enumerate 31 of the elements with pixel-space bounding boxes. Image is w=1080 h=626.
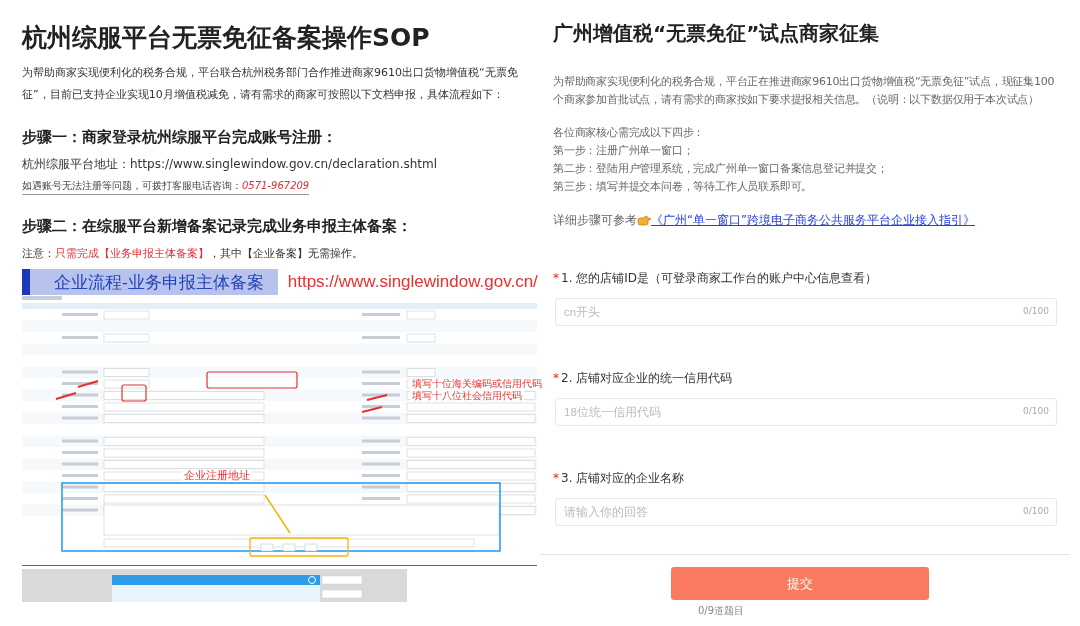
address-text: 杭州综服平台地址：https://www.singlewindow.gov.cn/declaration.shtml <box>22 156 439 173</box>
char-counter: 0/100 <box>1023 306 1049 316</box>
banner-title: 企业流程-业务申报主体备案 <box>22 269 278 295</box>
form-title: 广州增值税“无票免征”试点商家征集 <box>553 20 881 47</box>
pointing-hand-icon <box>637 215 651 226</box>
steps-intro: 各位商家核心需完成以下四步： <box>553 125 706 141</box>
char-counter: 0/100 <box>1023 406 1049 416</box>
intro-paragraph: 为帮助商家实现便利化的税务合规，平台联合杭州税务部门合作推进商家9610出口货物增值税“无票免征”，目前已支持企业实现10月增值税减免，请有需求的商家可按照以下文档申报，具体流程如下： <box>22 65 519 103</box>
char-counter: 0/100 <box>1023 506 1049 516</box>
guide-link[interactable]: 《广州“单一窗口”跨境电子商务公共服务平台企业接入指引》 <box>651 213 975 228</box>
required-mark: * <box>553 370 559 387</box>
question-label: * 2. 店铺对应企业的统一信用代码 <box>553 368 1057 388</box>
question-label: * 3. 店铺对应的企业名称 <box>553 468 1057 488</box>
progress-text: 0/9道题目 <box>698 604 745 618</box>
question-label: * 1. 您的店铺ID是（可登录商家工作台的账户中心信息查看） <box>553 268 1057 288</box>
article-title: 杭州综服平台无票免征备案操作SOP <box>22 22 431 54</box>
annotation-text: 企业注册地址 <box>182 470 252 482</box>
step-text: 第三步：填写并提交本问卷，等待工作人员联系即可。 <box>553 179 814 195</box>
guide-label: 详细步骤可参考 <box>553 213 637 228</box>
intro-paragraph: 为帮助商家实现便利化的税务合规，平台正在推进商家9610出口货物增值税“无票免征”试点，现征集100个商家参加首批试点，请有需求的商家按如下要求提报相关信息。（说明：以下数据仅用于本次试点） <box>553 74 1056 108</box>
step-heading: 步骤一：商家登录杭州综服平台完成账号注册： <box>22 127 338 148</box>
annotation-text: 填写十八位社会信用代码 <box>410 390 524 402</box>
step-text: 第二步：登陆用户管理系统，完成广州单一窗口备案信息登记并提交； <box>553 161 889 177</box>
annotation-text: 填写十位海关编码或信用代码 <box>410 378 544 390</box>
help-text: 如遇账号无法注册等问题，可拨打客服电话咨询：0571-967209 <box>22 178 310 195</box>
step-heading: 步骤二：在综服平台新增备案记录完成业务申报主体备案： <box>22 216 413 237</box>
banner-url: https://www.singlewindow.gov.cn/ <box>287 272 538 292</box>
required-mark: * <box>553 270 559 287</box>
required-mark: * <box>553 470 559 487</box>
note-text: 注意：只需完成【业务申报主体备案】，其中【企业备案】无需操作。 <box>22 246 364 261</box>
step-text: 第一步：注册广州单一窗口； <box>553 143 695 159</box>
